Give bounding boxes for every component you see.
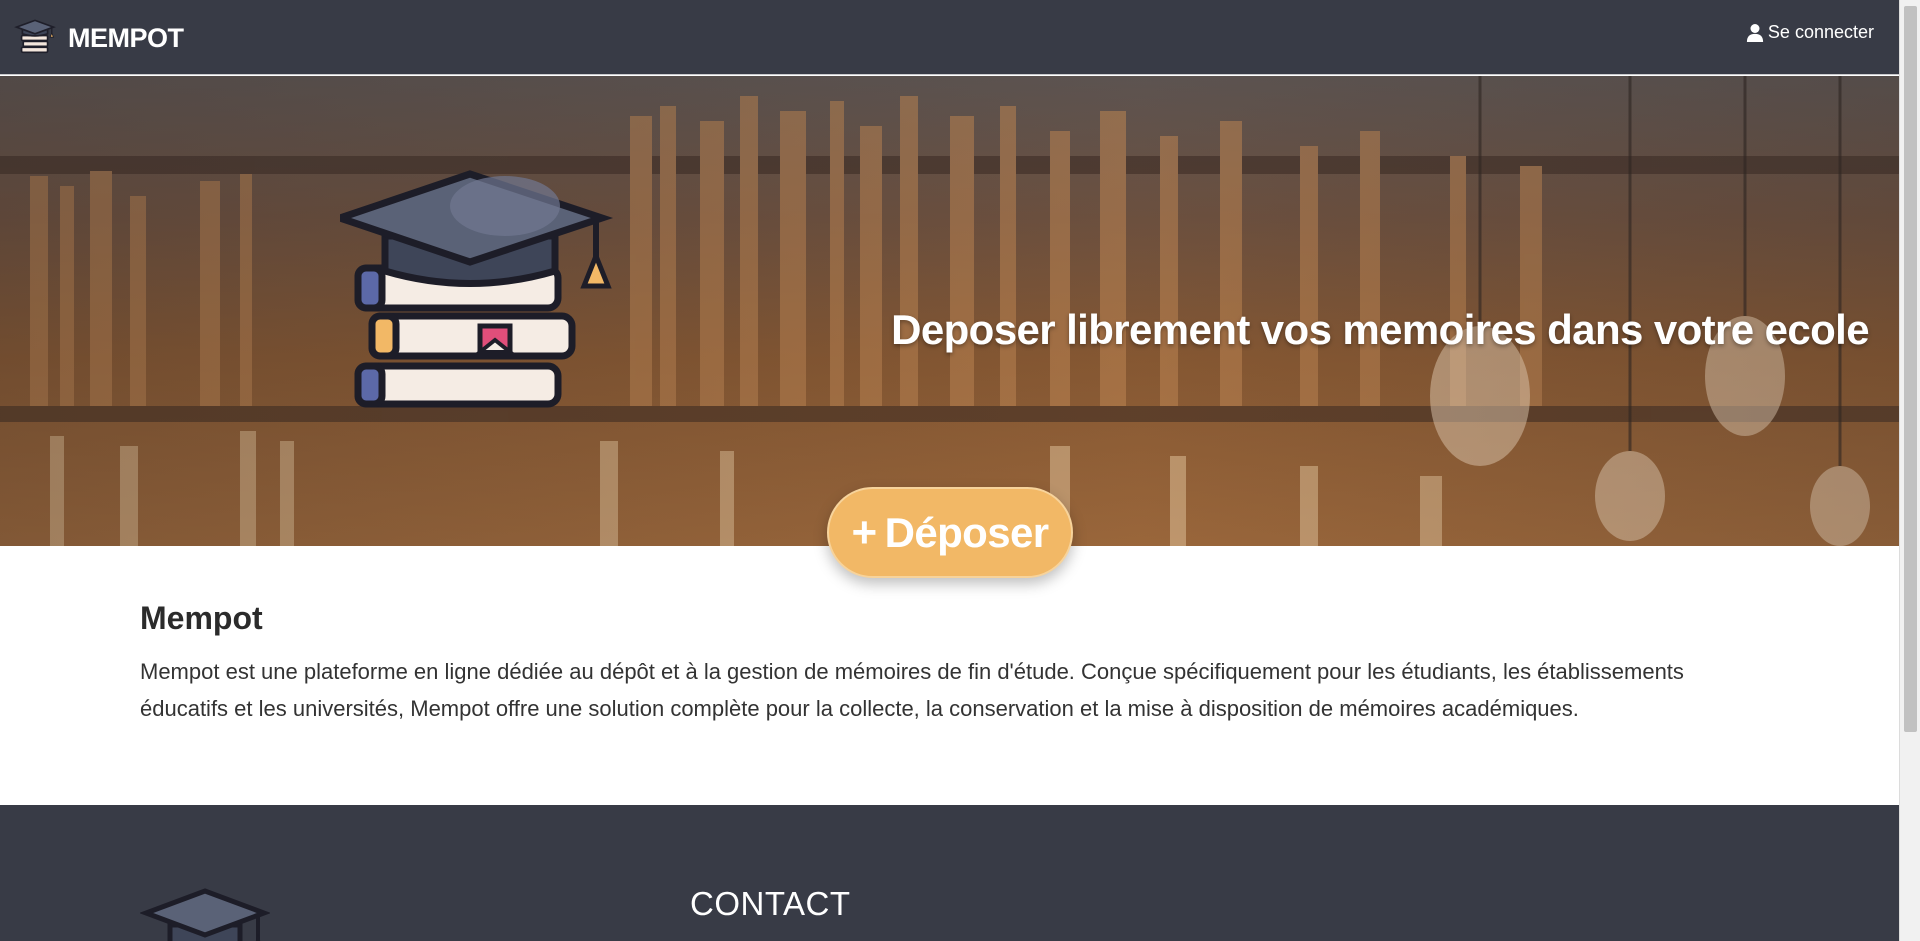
hero-banner: Deposer librement vos memoires dans votr… <box>0 76 1899 546</box>
brand[interactable]: MEMPOT <box>14 16 184 60</box>
about-section: Mempot Mempot est une plateforme en lign… <box>140 600 1740 727</box>
deposit-button[interactable]: + Déposer <box>827 487 1073 578</box>
contact-heading: CONTACT <box>690 885 851 922</box>
footer: CONTACT <box>0 805 1899 941</box>
about-description: Mempot est une plateforme en ligne dédié… <box>140 659 1684 721</box>
scrollbar-thumb[interactable] <box>1904 6 1917 732</box>
deposit-label: Déposer <box>884 508 1049 556</box>
graduation-books-icon <box>14 19 56 54</box>
hero-title: Deposer librement vos memoires dans votr… <box>891 306 1869 353</box>
about-heading: Mempot <box>140 600 263 636</box>
login-link[interactable]: Se connecter <box>1746 22 1874 43</box>
plus-icon: + <box>851 507 878 557</box>
top-navbar: MEMPOT Se connecter <box>0 0 1899 75</box>
graduation-cap-books-icon <box>340 170 614 408</box>
brand-name: MEMPOT <box>68 22 184 53</box>
login-label: Se connecter <box>1767 22 1874 42</box>
graduation-cap-icon <box>140 888 270 941</box>
page-scrollbar[interactable] <box>1899 0 1920 941</box>
user-icon <box>1746 23 1764 42</box>
